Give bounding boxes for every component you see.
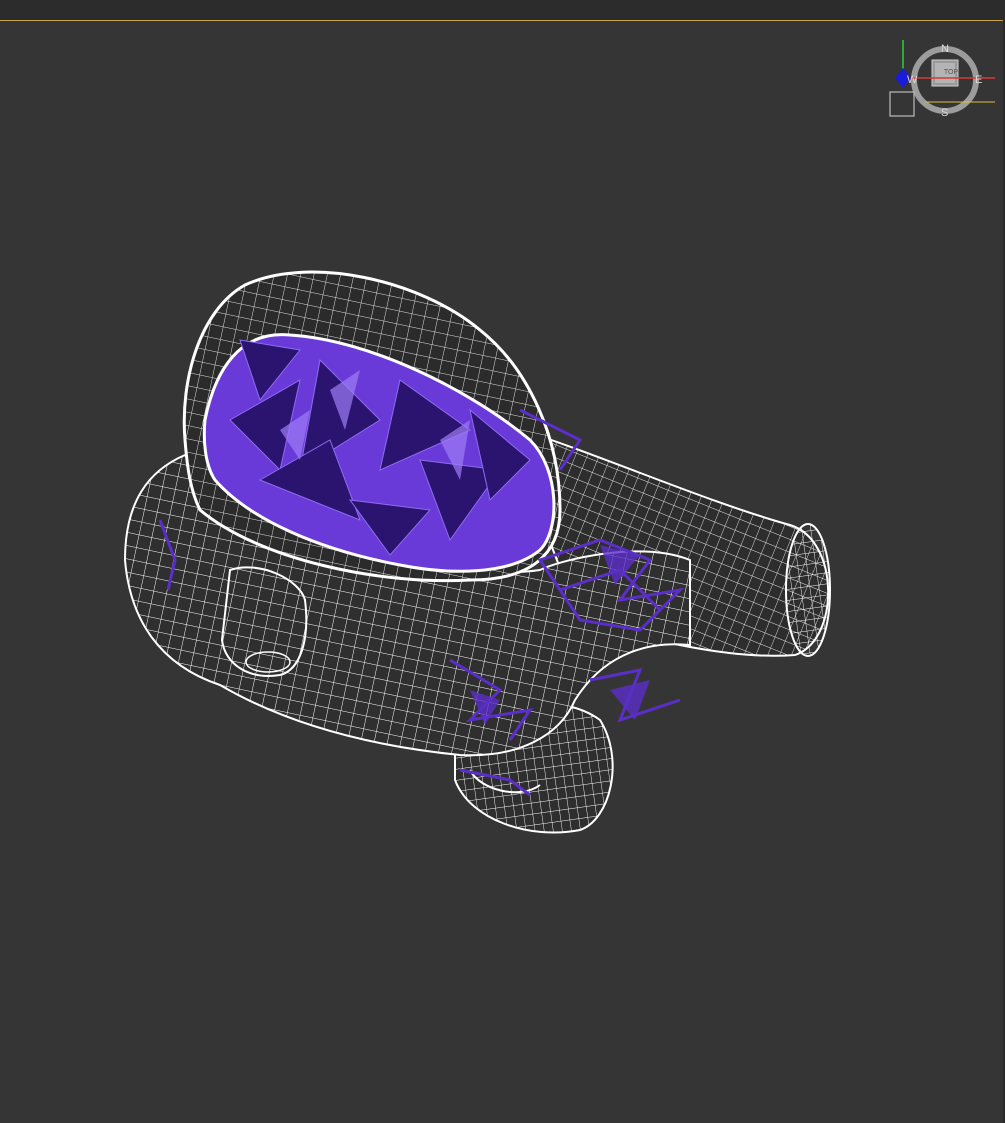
- compass-north-label[interactable]: N: [941, 43, 949, 55]
- compass-east-label[interactable]: E: [975, 74, 982, 86]
- viewport-canvas[interactable]: [0, 0, 1005, 1123]
- viewcube-face-label: TOP: [943, 69, 959, 76]
- wireframe-mesh-model[interactable]: [123, 270, 831, 834]
- compass-south-label[interactable]: S: [941, 107, 948, 119]
- viewcube[interactable]: TOP N S E W: [885, 40, 995, 125]
- home-icon[interactable]: [889, 91, 915, 117]
- compass-west-label[interactable]: W: [907, 74, 917, 86]
- mesh-spout-end: [785, 523, 831, 657]
